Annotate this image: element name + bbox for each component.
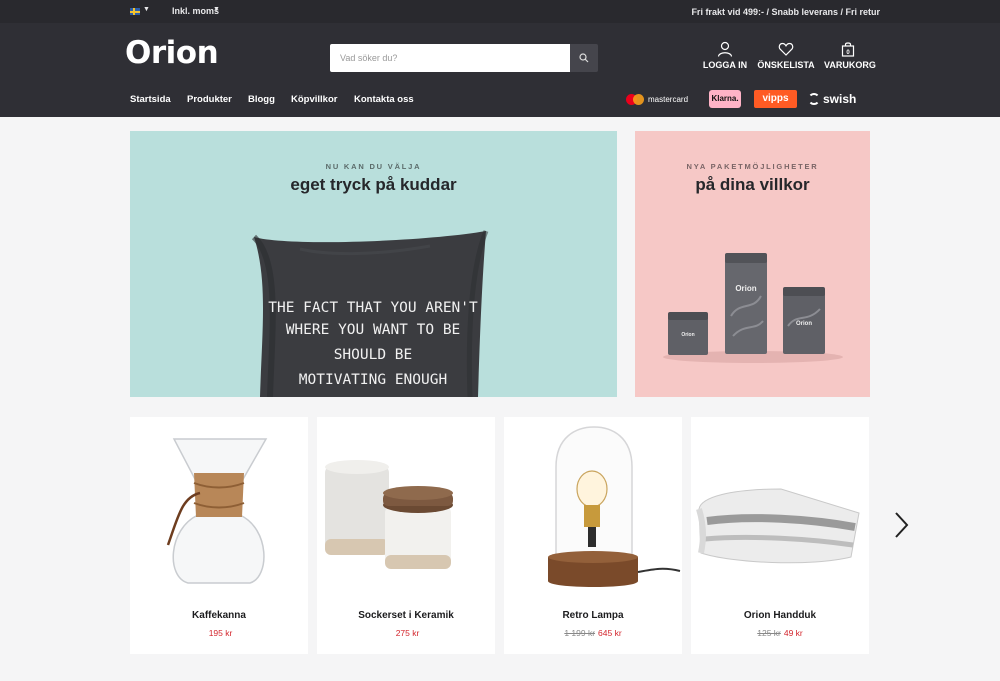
usp-text: Fri frakt vid 499:- / Snabb leverans / F… [691,7,880,17]
product-name[interactable]: Kaffekanna [130,610,308,621]
product-price: 275 kr [317,628,495,638]
product-name[interactable]: Sockerset i Keramik [317,610,495,621]
current-price: 195 kr [208,628,233,638]
vipps-logo: vipps [754,90,797,108]
product-price: 195 kr [130,628,308,638]
product-name[interactable]: Orion Handduk [691,610,869,621]
search-button[interactable] [570,44,598,72]
nav-item-kopvillkor[interactable]: Köpvillkor [291,94,337,105]
klarna-logo: Klarna. [709,90,741,108]
heart-icon [778,42,794,56]
swish-label: swish [823,92,857,106]
banner-custom-pillows[interactable]: NU KAN DU VÄLJA eget tryck på kuddar THE… [130,131,617,397]
site-logo[interactable]: Orion [125,35,219,71]
product-price: 125 kr 49 kr [691,628,869,638]
tins-image: Orion Orion Orion [663,253,843,363]
product-price: 1 199 kr 645 kr [504,628,682,638]
product-name[interactable]: Retro Lampa [504,610,682,621]
chevron-down-icon[interactable]: ▼ [143,6,150,13]
tin-label: Orion [681,332,694,338]
login-label: LOGGA IN [702,60,748,70]
nav-item-blogg[interactable]: Blogg [248,94,275,105]
site-header: Orion LOGGA IN ÖNSKELISTA 0 VARUKORG Sta… [0,23,1000,117]
swish-icon [808,93,820,105]
product-card[interactable]: Retro Lampa 1 199 kr 645 kr [504,417,682,654]
towel-image [696,488,860,564]
ceramic-set-image [325,460,453,569]
banner-packaging[interactable]: NYA PAKETMÖJLIGHETER på dina villkor Ori… [635,131,870,397]
vat-selector[interactable]: Inkl. moms [172,6,219,16]
retro-lamp-image [548,426,681,587]
nav-item-kontakta-oss[interactable]: Kontakta oss [354,94,414,105]
bag-icon: 0 [841,42,855,57]
old-price: 1 199 kr [564,628,596,638]
coffee-pot-image [166,438,268,584]
product-card[interactable]: Kaffekanna 195 kr [130,417,308,654]
cart-label: VARUKORG [824,60,876,70]
tin-label: Orion [735,284,756,293]
search-icon [579,53,589,63]
tin-label: Orion [796,321,812,327]
swish-logo: swish [808,90,856,108]
login-button[interactable]: LOGGA IN [702,41,748,70]
product-card[interactable]: Orion Handduk 125 kr 49 kr [691,417,869,654]
old-price: 125 kr [757,628,781,638]
search-input[interactable] [330,44,570,72]
chevron-down-icon[interactable]: ▼ [213,6,220,13]
pillow-image [251,230,489,397]
product-card[interactable]: Sockerset i Keramik 275 kr [317,417,495,654]
nav-item-startsida[interactable]: Startsida [130,94,171,105]
current-price: 49 kr [783,628,803,638]
cart-button[interactable]: 0 VARUKORG [824,41,876,70]
current-price: 275 kr [395,628,420,638]
mastercard-label: mastercard [648,95,689,104]
chevron-right-icon[interactable] [890,510,912,540]
wishlist-label: ÖNSKELISTA [757,60,815,70]
cart-count: 0 [846,50,850,56]
current-price: 645 kr [598,628,622,638]
nav-item-produkter[interactable]: Produkter [187,94,232,105]
wishlist-button[interactable]: ÖNSKELISTA [757,41,815,70]
top-bar: ▼ Inkl. moms ▼ Fri frakt vid 499:- / Sna… [0,0,1000,23]
sweden-flag-icon[interactable] [130,8,140,15]
user-icon [717,41,733,57]
